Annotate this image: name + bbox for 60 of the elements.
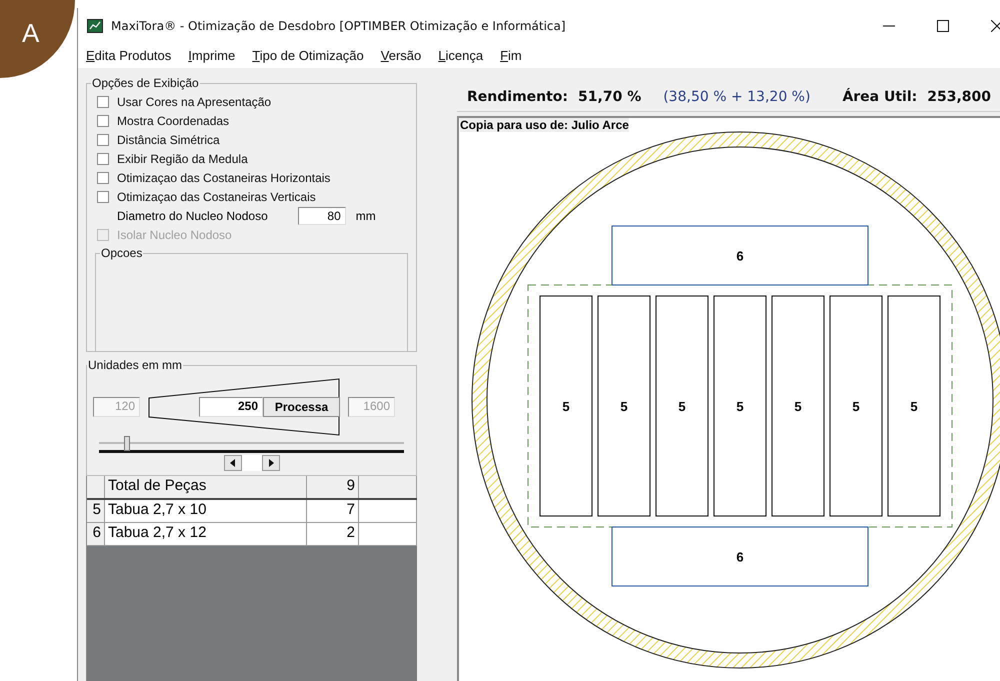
row-index: 6: [87, 523, 105, 545]
menu-item[interactable]: Versão: [380, 48, 422, 63]
scroll-left-icon[interactable]: [224, 455, 242, 471]
scroll-thumb[interactable]: [242, 455, 262, 471]
checkbox[interactable]: [97, 96, 109, 108]
menu-item[interactable]: Licença: [438, 48, 484, 63]
close-icon[interactable]: [991, 20, 1000, 32]
checkbox-label: Otimizaçao das Costaneiras Verticais: [117, 190, 316, 204]
table-cell: Total de Peças: [105, 476, 307, 498]
diameter-field[interactable]: 80: [298, 206, 346, 224]
table-cell: 7: [307, 500, 359, 522]
board-piece: 5: [714, 296, 766, 516]
row-index: 5: [87, 500, 105, 522]
checkbox[interactable]: [97, 190, 109, 202]
checkbox[interactable]: [97, 172, 109, 184]
board-piece: 5: [656, 296, 708, 516]
figure-label-badge: A: [0, 0, 75, 78]
checkbox-label: Isolar Nucleo Nodoso: [117, 228, 232, 242]
board-piece: 5: [830, 296, 882, 516]
board-piece: 5: [772, 296, 824, 516]
size-slider[interactable]: [99, 436, 404, 450]
checkbox-label: Distância Simétrica: [117, 132, 220, 146]
group-title: Opções de Exibição: [91, 76, 200, 90]
maximize-icon[interactable]: [937, 20, 949, 32]
process-button[interactable]: Processa: [263, 397, 340, 417]
area-value: 253,800: [927, 89, 992, 105]
group-title: Opcoes: [100, 246, 144, 260]
menu-item[interactable]: Imprime: [188, 48, 236, 63]
group-title: Unidades em mm: [87, 358, 184, 372]
yield-value: 51,70 %: [578, 89, 642, 105]
table-cell: 9: [307, 476, 359, 498]
table-cell: 2: [307, 523, 359, 545]
table-cell: Tabua 2,7 x 10: [105, 500, 307, 522]
window-title: MaxiTora® - Otimização de Desdobro [OPTIMBER Otimização e Informática]: [111, 18, 566, 32]
checkbox-label: Otimizaçao das Costaneiras Horizontais: [117, 170, 330, 184]
board-piece: 6: [612, 226, 868, 286]
unit-label: mm: [356, 208, 376, 222]
app-icon: [87, 18, 103, 32]
checkbox-label: Mostra Coordenadas: [117, 114, 230, 128]
table-cell: Tabua 2,7 x 12: [105, 523, 307, 545]
checkbox[interactable]: [97, 114, 109, 126]
value-field[interactable]: 250: [199, 397, 263, 417]
scroll-right-icon[interactable]: [262, 455, 280, 471]
copy-note: Copia para uso de: Julio Arce: [460, 118, 629, 132]
board-piece: 5: [598, 296, 650, 516]
yield-label: Rendimento:: [467, 89, 568, 105]
board-piece: 5: [888, 296, 940, 516]
menu-item[interactable]: Fim: [500, 48, 522, 63]
board-piece: 5: [540, 296, 592, 516]
yield-breakdown: (38,50 % + 13,20 %): [663, 89, 810, 105]
menu-item[interactable]: Edita Produtos: [86, 48, 172, 63]
checkbox[interactable]: [97, 152, 109, 164]
checkbox-label: Exibir Região da Medula: [117, 152, 248, 166]
checkbox[interactable]: [97, 134, 109, 146]
checkbox-label: Usar Cores na Apresentação: [117, 94, 272, 108]
field-label: Diametro do Nucleo Nodoso: [117, 208, 268, 222]
area-label: Área Util:: [842, 89, 918, 105]
slider-thumb[interactable]: [124, 436, 130, 451]
board-piece: 6: [612, 526, 868, 586]
menu-item[interactable]: Tipo de Otimização: [252, 48, 364, 63]
